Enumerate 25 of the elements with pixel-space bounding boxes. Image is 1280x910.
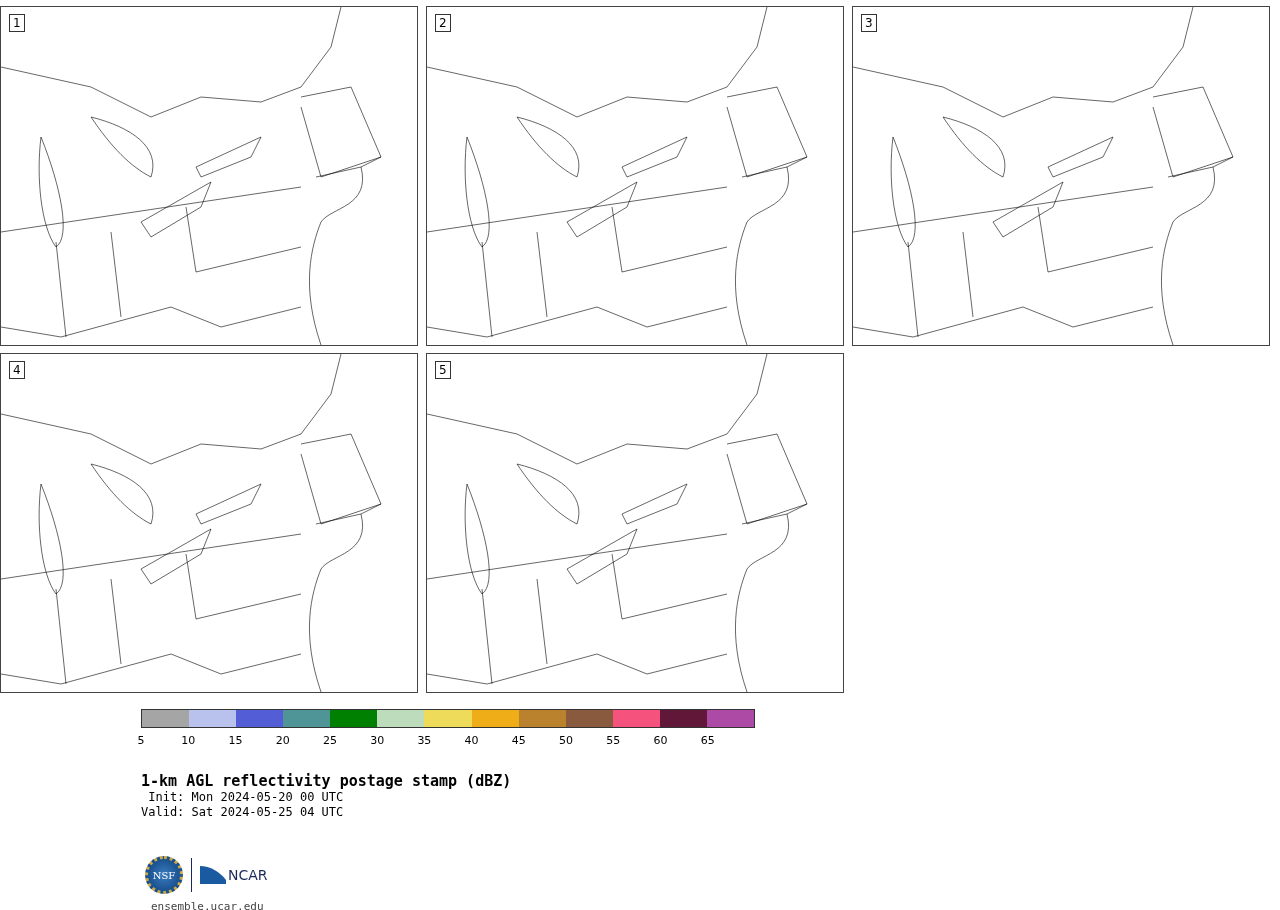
tick-label: 25 xyxy=(322,734,337,747)
init-time: Init: Mon 2024-05-20 00 UTC xyxy=(147,790,345,805)
tick-label: 55 xyxy=(606,734,621,747)
site-url: ensemble.ucar.edu xyxy=(151,900,265,910)
tick-label: 5 xyxy=(137,734,145,747)
tick-label: 35 xyxy=(417,734,432,747)
tick-label: 30 xyxy=(370,734,385,747)
tick-label: 65 xyxy=(700,734,715,747)
tick-label: 50 xyxy=(559,734,574,747)
tick-label: 10 xyxy=(181,734,196,747)
panel-label: 3 xyxy=(861,14,877,32)
nsf-logo: NSF xyxy=(145,856,183,894)
panel-label: 2 xyxy=(435,14,451,32)
swoosh-icon xyxy=(200,866,226,884)
panel-label: 5 xyxy=(435,361,451,379)
ncar-logo: NCAR xyxy=(228,867,268,883)
tick-label: 60 xyxy=(653,734,668,747)
valid-time: Valid: Sat 2024-05-25 04 UTC xyxy=(141,805,345,820)
panel-label: 1 xyxy=(9,14,25,32)
panel-label: 4 xyxy=(9,361,25,379)
tick-label: 40 xyxy=(464,734,479,747)
tick-label: 45 xyxy=(511,734,526,747)
tick-label: 15 xyxy=(228,734,243,747)
tick-label: 20 xyxy=(275,734,290,747)
plot-title: 1-km AGL reflectivity postage stamp (dBZ) xyxy=(141,772,513,790)
